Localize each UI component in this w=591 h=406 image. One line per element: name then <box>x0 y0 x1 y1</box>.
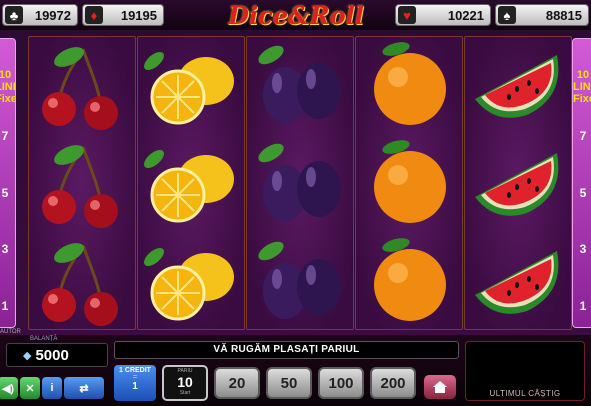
diamond-icon: ◆ <box>23 349 32 362</box>
lines-count-right: 10 LINES Fixed <box>573 69 591 105</box>
credit-label: 1 CREDIT <box>119 367 151 374</box>
line-number: 5 <box>1 186 9 200</box>
credit-equals: = <box>132 374 138 381</box>
home-button[interactable] <box>424 375 456 399</box>
line-number: 1 <box>579 299 587 313</box>
plum-symbol <box>247 135 355 233</box>
fullscreen-button[interactable]: ✕ <box>20 377 40 399</box>
expand-icon: ✕ <box>25 382 35 395</box>
cherry-symbol <box>29 233 137 331</box>
last-win-label: ULTIMUL CÂȘTIG <box>489 389 561 398</box>
info-icon: i <box>50 382 54 394</box>
watermelon-symbol <box>465 37 573 135</box>
info-button[interactable]: i <box>42 377 62 399</box>
bet-option-button[interactable]: 50 <box>266 367 312 399</box>
jackpot-value: 10221 <box>447 7 484 23</box>
reel-area: 10 LINES Fixed 7 5 3 1 10 LINES Fixed 7 … <box>0 30 591 335</box>
reel-1 <box>28 36 136 330</box>
line-number: 3 <box>1 242 9 256</box>
game-logo: Dice&Roll <box>228 0 364 30</box>
credit-value-button[interactable]: 1 CREDIT = 1 <box>114 365 156 401</box>
spades-icon: ♠ <box>498 6 516 24</box>
reel-2 <box>137 36 245 330</box>
lemon-symbol <box>138 135 246 233</box>
jackpot-spades: ♠ 88815 <box>495 4 589 26</box>
auto-label: AUTOR <box>0 329 21 335</box>
cherry-symbol <box>29 37 137 135</box>
line-number: 7 <box>1 129 9 143</box>
plum-symbol <box>247 37 355 135</box>
lines-count-left: 10 LINES Fixed <box>0 69 15 105</box>
jackpot-bar: ♣ 19972 ♦ 19195 Dice&Roll ♥ 10221 ♠ 8881… <box>0 0 591 30</box>
bet-option-button[interactable]: 200 <box>370 367 416 399</box>
lemon-symbol <box>138 37 246 135</box>
lines-panel-right: 10 LINES Fixed 7 5 3 1 <box>572 38 591 328</box>
line-number: 3 <box>579 242 587 256</box>
orange-symbol <box>356 233 464 331</box>
reel-4 <box>355 36 463 330</box>
plum-symbol <box>247 233 355 331</box>
bet-start-button[interactable]: PARIU 10 Start <box>162 365 208 401</box>
status-message: VĂ RUGĂM PLASAȚI PARIUL <box>114 341 459 359</box>
sound-button[interactable]: ◀) <box>0 377 18 399</box>
start-label: Start <box>179 390 191 396</box>
hearts-icon: ♥ <box>398 6 416 24</box>
balance-display: ◆ 5000 <box>6 343 108 367</box>
cherry-symbol <box>29 135 137 233</box>
reel-3 <box>246 36 354 330</box>
diamonds-icon: ♦ <box>85 6 103 24</box>
bet-option-button[interactable]: 100 <box>318 367 364 399</box>
jackpot-hearts: ♥ 10221 <box>395 4 491 26</box>
lines-panel-left: 10 LINES Fixed 7 5 3 1 <box>0 38 16 328</box>
jackpot-value: 19195 <box>120 7 157 23</box>
jackpot-clubs: ♣ 19972 <box>2 4 78 26</box>
jackpot-value: 19972 <box>34 7 71 23</box>
clubs-icon: ♣ <box>5 6 23 24</box>
balance-value: 5000 <box>35 346 69 364</box>
sound-icon: ◀) <box>1 382 15 395</box>
jackpot-diamonds: ♦ 19195 <box>82 4 164 26</box>
balance-label: BALANȚĂ <box>30 336 58 342</box>
orange-symbol <box>356 37 464 135</box>
line-number: 1 <box>1 299 9 313</box>
watermelon-symbol <box>465 233 573 331</box>
orange-symbol <box>356 135 464 233</box>
jackpot-value: 88815 <box>545 7 582 23</box>
credit-value: 1 <box>132 381 138 392</box>
line-number: 7 <box>579 129 587 143</box>
bet-option-button[interactable]: 20 <box>214 367 260 399</box>
lemon-symbol <box>138 233 246 331</box>
reel-5 <box>464 36 572 330</box>
gamble-button[interactable]: ⇄ <box>64 377 104 399</box>
last-win-box: ULTIMUL CÂȘTIG <box>465 341 585 401</box>
control-panel: AUTOR BALANȚĂ ◆ 5000 VĂ RUGĂM PLASAȚI PA… <box>0 329 591 406</box>
line-number: 5 <box>579 186 587 200</box>
swap-icon: ⇄ <box>79 382 89 395</box>
watermelon-symbol <box>465 135 573 233</box>
home-icon <box>433 381 447 393</box>
bet-value: 10 <box>177 374 193 390</box>
